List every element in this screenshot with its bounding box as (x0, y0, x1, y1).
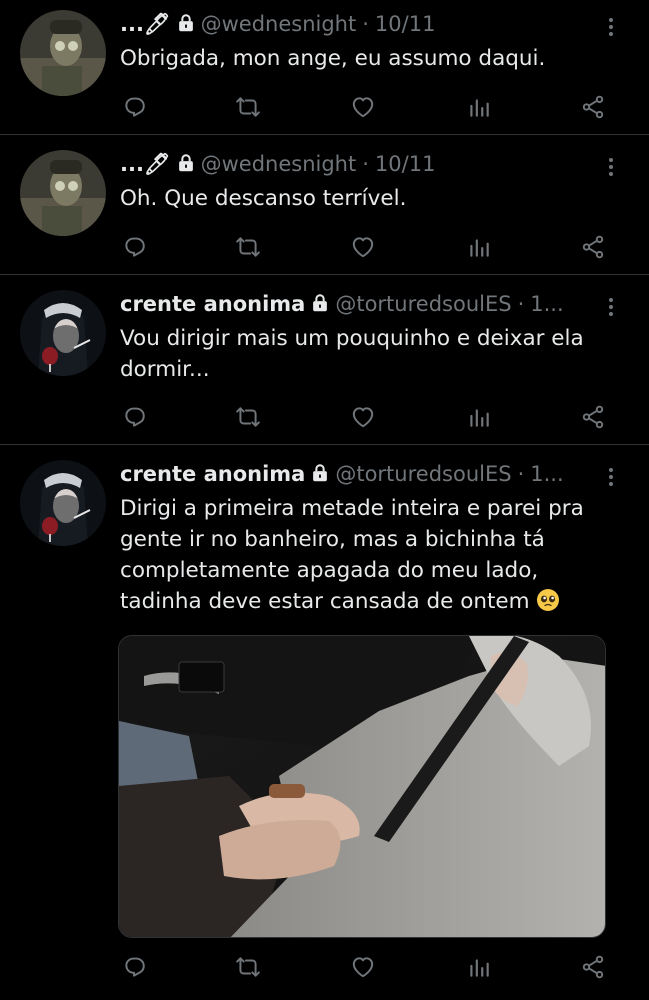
separator: · (362, 12, 369, 36)
reply-icon (122, 94, 148, 120)
avatar[interactable] (20, 290, 106, 376)
like-button[interactable] (346, 950, 380, 984)
lock-icon (309, 462, 331, 484)
handle[interactable]: @wednesnight (201, 152, 357, 176)
tweet[interactable]: crente anonima @torturedsoulES · 1... Vou d… (0, 275, 649, 445)
share-button[interactable] (576, 950, 610, 984)
more-icon[interactable] (601, 152, 621, 182)
handle[interactable]: @torturedsoulES (335, 462, 511, 486)
like-icon (350, 94, 376, 120)
tweet-text-content: Dirigi a primeira metade inteira e parei… (120, 496, 584, 614)
retweet-icon (235, 954, 261, 980)
tweet-photo[interactable] (118, 635, 606, 938)
share-button[interactable] (576, 400, 610, 434)
like-button[interactable] (346, 230, 380, 264)
reply-button[interactable] (118, 950, 152, 984)
more-icon[interactable] (601, 292, 621, 322)
reply-button[interactable] (118, 90, 152, 124)
like-button[interactable] (346, 400, 380, 434)
like-button[interactable] (346, 90, 380, 124)
pleading-face-emoji (537, 589, 560, 611)
tweet-text: Dirigi a primeira metade inteira e parei… (120, 493, 625, 617)
share-button[interactable] (576, 230, 610, 264)
display-name[interactable]: crente anonima (120, 462, 305, 486)
share-icon (580, 954, 606, 980)
tweet-text: Vou dirigir mais um pouquinho e deixar e… (120, 326, 584, 382)
more-icon[interactable] (601, 462, 621, 492)
analytics-button[interactable] (462, 400, 496, 434)
like-icon (350, 954, 376, 980)
reply-button[interactable] (118, 230, 152, 264)
lock-icon (175, 152, 197, 174)
avatar[interactable] (20, 150, 106, 236)
share-button[interactable] (576, 90, 610, 124)
tweet-header: crente anonima @torturedsoulES · 1... (120, 462, 605, 492)
analytics-button[interactable] (462, 950, 496, 984)
action-bar (0, 230, 649, 264)
tweet-header: ...🖊 @wednesnight · 10/11 (120, 152, 605, 182)
reply-icon (122, 954, 148, 980)
display-name[interactable]: crente anonima (120, 292, 305, 316)
analytics-icon (466, 954, 492, 980)
retweet-icon (235, 94, 261, 120)
lock-icon (309, 292, 331, 314)
tweet[interactable]: ...🖊 @wednesnight · 10/11 Obrigada, mon ang… (0, 0, 649, 135)
analytics-button[interactable] (462, 230, 496, 264)
handle[interactable]: @wednesnight (201, 12, 357, 36)
reply-icon (122, 234, 148, 260)
action-bar (0, 400, 649, 434)
tweet-header: ...🖊 @wednesnight · 10/11 (120, 12, 605, 42)
tweet-text: Oh. Que descanso terrível. (120, 186, 407, 211)
action-bar (0, 950, 649, 984)
retweet-button[interactable] (231, 90, 265, 124)
retweet-button[interactable] (231, 950, 265, 984)
like-icon (350, 404, 376, 430)
retweet-button[interactable] (231, 230, 265, 264)
timestamp[interactable]: 1... (530, 462, 563, 486)
analytics-icon (466, 234, 492, 260)
share-icon (580, 404, 606, 430)
share-icon (580, 234, 606, 260)
timestamp[interactable]: 10/11 (375, 12, 436, 36)
handle[interactable]: @torturedsoulES (335, 292, 511, 316)
display-name[interactable]: ...🖊 (120, 152, 171, 176)
separator: · (517, 462, 525, 486)
reply-button[interactable] (118, 400, 152, 434)
retweet-icon (235, 234, 261, 260)
more-icon[interactable] (601, 12, 621, 42)
separator: · (362, 152, 369, 176)
analytics-button[interactable] (462, 90, 496, 124)
share-icon (580, 94, 606, 120)
timestamp[interactable]: 10/11 (375, 152, 436, 176)
analytics-icon (466, 404, 492, 430)
tweet[interactable]: ...🖊 @wednesnight · 10/11 Oh. Que descanso … (0, 135, 649, 275)
retweet-button[interactable] (231, 400, 265, 434)
retweet-icon (235, 404, 261, 430)
avatar[interactable] (20, 460, 106, 546)
separator: · (517, 292, 525, 316)
reply-icon (122, 404, 148, 430)
lock-icon (175, 12, 197, 34)
like-icon (350, 234, 376, 260)
analytics-icon (466, 94, 492, 120)
display-name[interactable]: ...🖊 (120, 12, 171, 36)
tweet-header: crente anonima @torturedsoulES · 1... (120, 292, 605, 322)
avatar[interactable] (20, 10, 106, 96)
tweet-text: Obrigada, mon ange, eu assumo daqui. (120, 46, 546, 71)
action-bar (0, 90, 649, 124)
timestamp[interactable]: 1... (530, 292, 563, 316)
